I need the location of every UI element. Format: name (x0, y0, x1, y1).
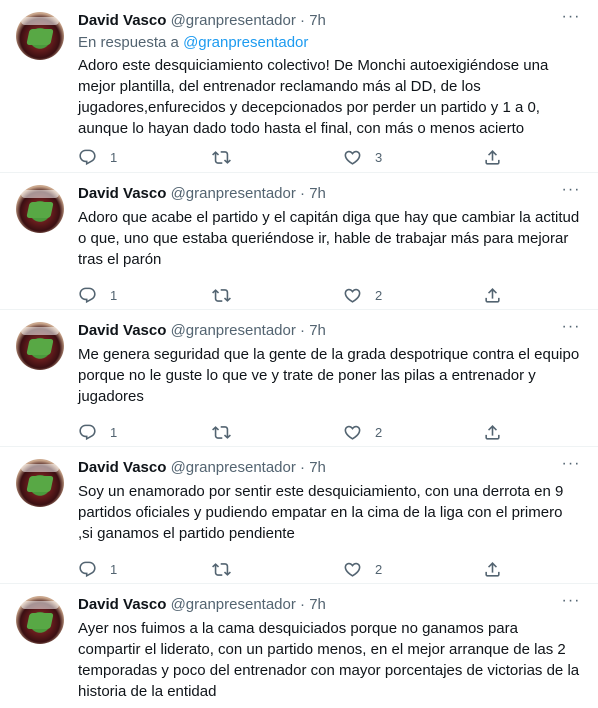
reply-button[interactable]: 1 (78, 147, 117, 167)
author-name[interactable]: David Vasco (78, 322, 166, 339)
more-icon[interactable]: ··· (560, 9, 582, 32)
tweet-header: David Vasco @granpresentador · 7h ··· (78, 593, 582, 616)
timestamp[interactable]: 7h (309, 459, 326, 476)
author-handle[interactable]: @granpresentador (171, 12, 296, 29)
reply-button[interactable]: 1 (78, 422, 117, 442)
retweet-button[interactable] (212, 147, 231, 167)
action-bar: 1 2 (78, 422, 503, 442)
like-button[interactable]: 3 (343, 147, 382, 167)
retweet-icon (212, 562, 231, 576)
retweet-button[interactable] (212, 559, 231, 579)
separator: · (300, 322, 306, 339)
tweet-text: Soy un enamorado por sentir este desquic… (78, 483, 564, 542)
tweet-text: Ayer nos fuimos a la cama desquiciados p… (78, 620, 580, 700)
share-button[interactable] (483, 559, 502, 579)
share-button[interactable] (483, 422, 502, 442)
author-handle[interactable]: @granpresentador (171, 322, 296, 339)
retweet-icon (212, 425, 231, 439)
separator: · (300, 12, 306, 29)
tweet[interactable]: David Vasco @granpresentador · 7h ··· En… (0, 0, 598, 173)
retweet-button[interactable] (212, 285, 231, 305)
reply-handle-link[interactable]: @granpresentador (183, 34, 308, 51)
timestamp[interactable]: 7h (309, 322, 326, 339)
tweet[interactable]: David Vasco @granpresentador · 7h ··· Me… (0, 310, 598, 447)
author-handle[interactable]: @granpresentador (171, 596, 296, 613)
action-bar: 1 3 (78, 147, 503, 167)
like-button[interactable]: 2 (343, 422, 382, 442)
reply-icon (79, 561, 96, 577)
like-button[interactable]: 2 (343, 285, 382, 305)
separator: · (300, 459, 306, 476)
author-handle[interactable]: @granpresentador (171, 459, 296, 476)
share-icon (485, 424, 500, 440)
tweet-header: David Vasco @granpresentador · 7h ··· (78, 182, 582, 205)
action-bar: 1 2 (78, 285, 503, 305)
like-count: 2 (375, 424, 383, 440)
separator: · (300, 185, 306, 202)
timestamp[interactable]: 7h (309, 12, 326, 29)
tweet-text: Adoro este desquiciamiento colectivo! De… (78, 57, 549, 137)
avatar[interactable] (16, 185, 64, 233)
retweet-icon (212, 150, 231, 164)
tweet[interactable]: David Vasco @granpresentador · 7h ··· Ay… (0, 584, 598, 708)
reply-button[interactable]: 1 (78, 559, 117, 579)
more-icon[interactable]: ··· (560, 182, 582, 205)
like-count: 2 (375, 287, 383, 303)
avatar[interactable] (16, 459, 64, 507)
share-button[interactable] (483, 147, 502, 167)
reply-count: 1 (110, 561, 118, 577)
separator: · (300, 596, 306, 613)
action-bar: 1 2 (78, 559, 503, 579)
like-button[interactable]: 2 (343, 559, 382, 579)
more-icon[interactable]: ··· (560, 593, 582, 616)
like-count: 3 (375, 149, 383, 165)
author-handle[interactable]: @granpresentador (171, 185, 296, 202)
author-name[interactable]: David Vasco (78, 185, 166, 202)
share-icon (485, 287, 500, 303)
tweet-header: David Vasco @granpresentador · 7h ··· (78, 9, 582, 32)
author-name[interactable]: David Vasco (78, 596, 166, 613)
retweet-icon (212, 288, 231, 302)
reply-button[interactable]: 1 (78, 285, 117, 305)
share-icon (485, 149, 500, 165)
author-name[interactable]: David Vasco (78, 12, 166, 29)
reply-icon (79, 424, 96, 440)
reply-prefix: En respuesta a (78, 34, 179, 51)
reply-count: 1 (110, 287, 118, 303)
tweet-header: David Vasco @granpresentador · 7h ··· (78, 319, 582, 342)
timestamp[interactable]: 7h (309, 185, 326, 202)
author-name[interactable]: David Vasco (78, 459, 166, 476)
reply-count: 1 (110, 149, 118, 165)
more-icon[interactable]: ··· (560, 456, 582, 479)
heart-icon (344, 562, 361, 577)
timestamp[interactable]: 7h (309, 596, 326, 613)
avatar[interactable] (16, 322, 64, 370)
more-icon[interactable]: ··· (560, 319, 582, 342)
reply-icon (79, 287, 96, 303)
tweet-header: David Vasco @granpresentador · 7h ··· (78, 456, 582, 479)
share-button[interactable] (483, 285, 502, 305)
tweet[interactable]: David Vasco @granpresentador · 7h ··· So… (0, 447, 598, 584)
tweet-text: Me genera seguridad que la gente de la g… (78, 346, 580, 405)
reply-context: En respuesta a @granpresentador (78, 33, 582, 53)
avatar[interactable] (16, 12, 64, 60)
heart-icon (344, 150, 361, 165)
reply-icon (79, 149, 96, 165)
heart-icon (344, 425, 361, 440)
like-count: 2 (375, 561, 383, 577)
reply-count: 1 (110, 424, 118, 440)
share-icon (485, 561, 500, 577)
retweet-button[interactable] (212, 422, 231, 442)
tweet[interactable]: David Vasco @granpresentador · 7h ··· Ad… (0, 173, 598, 310)
heart-icon (344, 288, 361, 303)
avatar[interactable] (16, 596, 64, 644)
tweet-text: Adoro que acabe el partido y el capitán … (78, 209, 580, 268)
